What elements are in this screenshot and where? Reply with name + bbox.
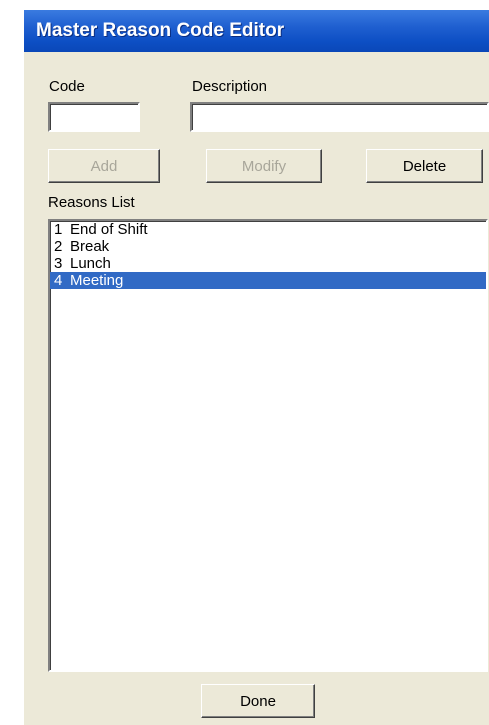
reason-description: Meeting: [70, 272, 124, 289]
reason-description: End of Shift: [70, 221, 148, 238]
reason-code: 2: [54, 238, 63, 255]
reason-code: 1: [54, 221, 63, 238]
master-reason-code-editor-window: Master Reason Code Editor Code Descripti…: [24, 10, 489, 725]
description-label: Description: [192, 78, 268, 95]
list-item[interactable]: 2 Break: [50, 238, 486, 255]
modify-button[interactable]: Modify: [206, 149, 322, 183]
list-item[interactable]: 1 End of Shift: [50, 221, 486, 238]
code-input[interactable]: [48, 102, 140, 132]
title-bar[interactable]: Master Reason Code Editor: [24, 10, 489, 52]
reasons-listbox[interactable]: 1 End of Shift 2 Break 3 Lunch 4 Meeting: [48, 219, 488, 672]
delete-button[interactable]: Delete: [366, 149, 483, 183]
reason-code: 4: [54, 272, 63, 289]
description-input[interactable]: [190, 102, 489, 132]
reasons-list-label: Reasons List: [48, 194, 135, 211]
list-item-selected[interactable]: 4 Meeting: [50, 272, 486, 289]
code-label: Code: [49, 78, 85, 95]
add-button[interactable]: Add: [48, 149, 160, 183]
list-item[interactable]: 3 Lunch: [50, 255, 486, 272]
done-button[interactable]: Done: [201, 684, 315, 718]
reason-code: 3: [54, 255, 63, 272]
window-title: Master Reason Code Editor: [36, 20, 285, 41]
reason-description: Lunch: [70, 255, 111, 272]
reason-description: Break: [70, 238, 110, 255]
